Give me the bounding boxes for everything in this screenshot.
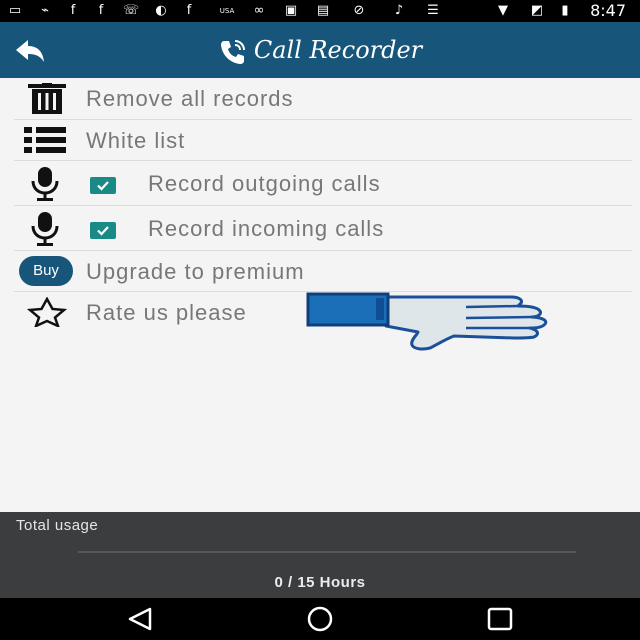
checkmark-icon [97,226,109,236]
facebook-icon: f [70,3,76,18]
nav-home-button[interactable] [300,605,340,633]
microphone-icon [31,167,59,201]
no-sim-icon: ◩ [530,3,544,18]
menu-item-white-list[interactable]: White list [14,120,632,161]
nav-back-icon [128,607,152,631]
usage-progress-bar [78,551,576,553]
nav-recents-button[interactable] [480,605,520,633]
app-title: Call Recorder [253,36,423,64]
tape-icon: ▤ [316,3,330,18]
menu-item-remove-all[interactable]: Remove all records [14,78,632,120]
microphone-icon [31,212,59,246]
menu-item-label: Record incoming calls [148,216,385,241]
menu-item-record-outgoing[interactable]: Record outgoing calls [14,161,632,206]
thumbs-down-icon [306,292,548,351]
moon-icon: ◐ [155,3,167,18]
incoming-checkbox[interactable] [90,222,116,239]
message-icon: ▭ [8,3,22,18]
status-bar: ▭ ⌁ f f ☏ ◐ f USA ∞ ▣ ▤ ⊘ ♪ ☰ ▼ ◩ ▮ 8:47 [0,0,640,22]
menu-item-label: Upgrade to premium [86,259,305,284]
nav-back-button[interactable] [120,605,160,633]
nav-recents-icon [487,607,513,631]
caller-id-icon: ☏ [122,3,140,18]
wifi-icon: ▼ [498,3,508,18]
status-time: 8:47 [590,1,626,20]
menu-item-upgrade[interactable]: Buy Upgrade to premium [14,251,632,292]
list-icon [24,127,66,153]
checkmark-icon [97,181,109,191]
menu-item-record-incoming[interactable]: Record incoming calls [14,206,632,251]
app-bar: Call Recorder [0,22,640,78]
facebook-icon: f [186,3,192,18]
menu-item-label: Rate us please [86,300,247,325]
facebook-icon: f [98,3,104,18]
battery-charging-icon: ▮ [561,3,569,18]
app-title-wrap: Call Recorder [0,32,640,68]
usage-label: Total usage [16,517,99,534]
menu-item-label: White list [86,128,186,153]
navigation-bar [0,598,640,640]
star-outline-icon [26,297,68,327]
nav-home-icon [307,606,333,632]
outgoing-checkbox[interactable] [90,177,116,194]
no-music-icon: ⊘ [353,3,365,18]
playlist-icon: ☰ [427,3,439,18]
usage-panel: Total usage 0 / 15 Hours [0,512,640,598]
phone-icon [220,39,245,64]
tape-icon: ▣ [284,3,298,18]
link-icon: ∞ [253,3,265,18]
usage-value: 0 / 15 Hours [274,574,366,591]
usb-icon: ⌁ [41,3,49,18]
menu-item-label: Remove all records [86,86,294,111]
usa-today-icon: USA [219,7,235,15]
buy-badge: Buy [19,256,73,286]
menu-item-label: Record outgoing calls [148,171,381,196]
trash-icon [28,83,66,114]
guitar-icon: ♪ [394,3,404,18]
